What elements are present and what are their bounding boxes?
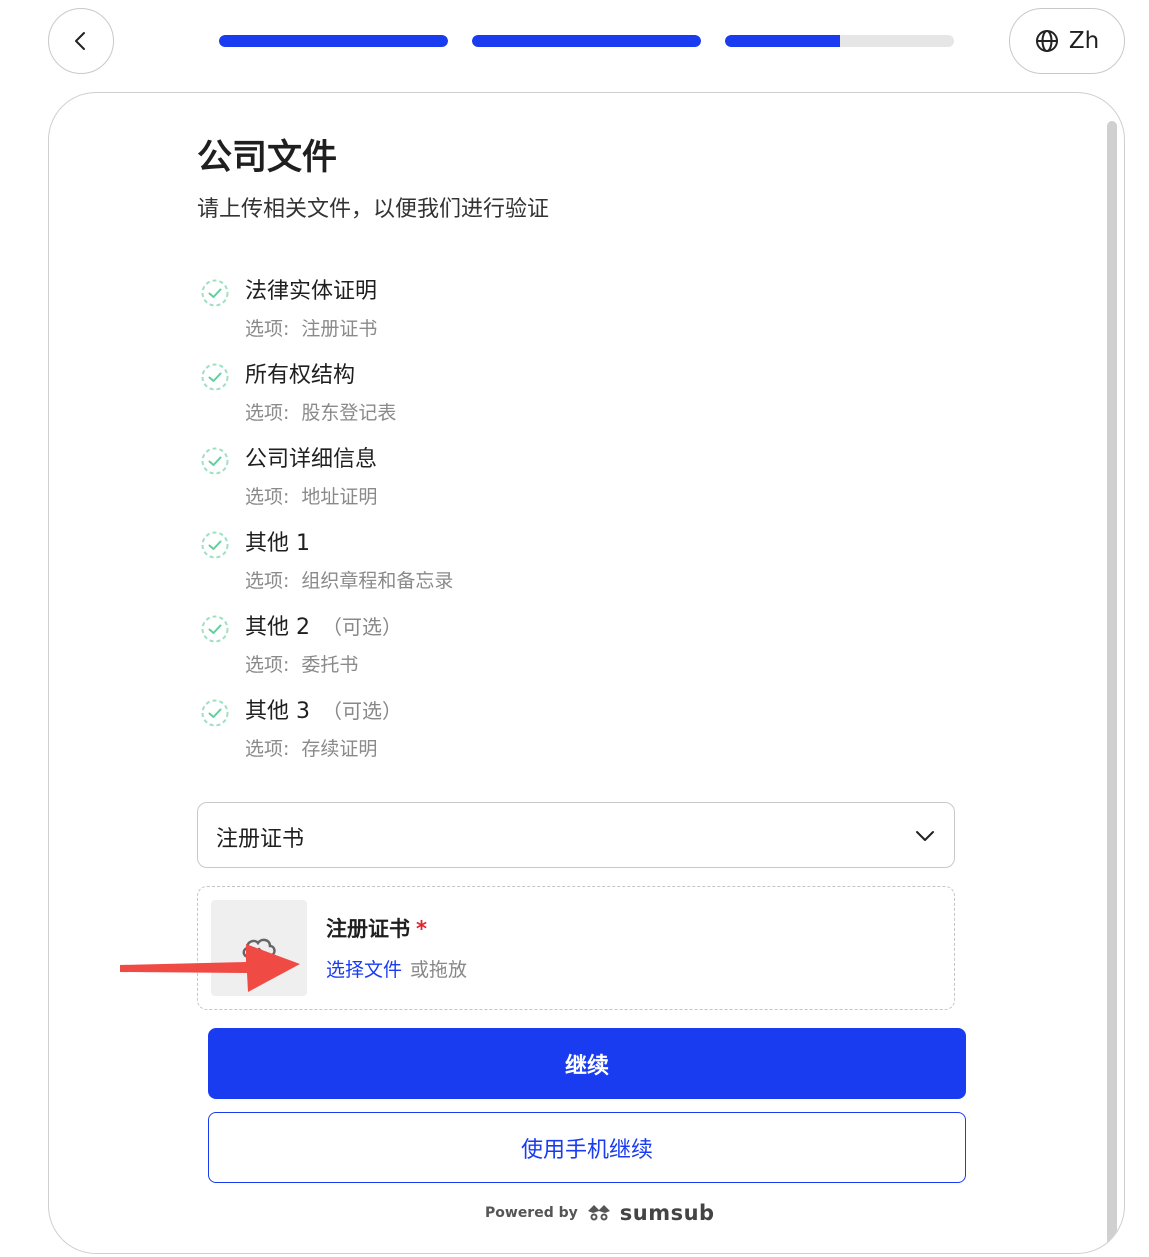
sumsub-logo-icon — [587, 1205, 610, 1221]
document-item: 其他 1 选项: 组织章程和备忘录 — [197, 525, 957, 609]
chevron-left-icon — [75, 32, 85, 50]
required-mark: * — [416, 917, 427, 941]
document-name: 其他 3 — [245, 699, 310, 724]
progress-step-3 — [725, 35, 954, 47]
continue-button[interactable]: 继续 — [208, 1028, 966, 1099]
progress-fill-1 — [219, 35, 448, 47]
option-value: 地址证明 — [301, 486, 378, 508]
progress-step-1 — [219, 35, 448, 47]
document-type-select[interactable]: 注册证书 — [197, 802, 955, 868]
progress-fill-3 — [725, 35, 840, 47]
annotation-arrow-icon — [120, 944, 300, 992]
option-prefix: 选项: — [245, 318, 290, 340]
document-name: 所有权结构 — [245, 363, 356, 388]
document-item: 法律实体证明 选项: 注册证书 — [197, 273, 957, 357]
option-value: 组织章程和备忘录 — [301, 570, 454, 592]
continue-on-phone-button[interactable]: 使用手机继续 — [208, 1112, 966, 1183]
file-dropzone[interactable]: 注册证书 * 选择文件 或拖放 — [197, 886, 955, 1010]
language-label: Zh — [1068, 28, 1100, 54]
language-button[interactable]: Zh — [1009, 8, 1125, 74]
choose-file-link[interactable]: 选择文件 — [326, 959, 402, 981]
chevron-down-icon — [916, 831, 934, 841]
upload-title: 注册证书 — [326, 917, 410, 941]
document-name: 法律实体证明 — [245, 279, 378, 304]
brand-name: sumsub — [619, 1201, 715, 1225]
check-circle-icon — [201, 699, 229, 727]
document-item: 所有权结构 选项: 股东登记表 — [197, 357, 957, 441]
option-prefix: 选项: — [245, 402, 290, 424]
drag-drop-hint: 或拖放 — [410, 959, 468, 981]
check-circle-icon — [201, 363, 229, 391]
scrollbar[interactable] — [1107, 121, 1117, 1251]
powered-by-footer: Powered by sumsub — [485, 1201, 715, 1225]
page-subtitle: 请上传相关文件，以便我们进行验证 — [197, 197, 550, 222]
document-item: 其他 3 （可选） 选项: 存续证明 — [197, 693, 957, 777]
optional-label: （可选） — [322, 699, 402, 723]
globe-icon — [1035, 30, 1058, 52]
option-value: 注册证书 — [301, 318, 378, 340]
check-circle-icon — [201, 615, 229, 643]
document-name: 其他 2 — [245, 615, 310, 640]
back-button[interactable] — [48, 8, 114, 74]
document-name: 公司详细信息 — [245, 447, 378, 472]
optional-label: （可选） — [322, 615, 402, 639]
check-circle-icon — [201, 279, 229, 307]
option-value: 委托书 — [301, 654, 359, 676]
progress-step-2 — [472, 35, 701, 47]
document-type-value: 注册证书 — [216, 827, 305, 852]
option-prefix: 选项: — [245, 738, 290, 760]
document-list: 法律实体证明 选项: 注册证书 所有权结构 选项: 股东登记表 公司详细信息 选项:… — [197, 273, 957, 777]
document-name: 其他 1 — [245, 531, 310, 556]
option-value: 存续证明 — [301, 738, 378, 760]
page-title: 公司文件 — [197, 138, 338, 178]
option-value: 股东登记表 — [301, 402, 397, 424]
option-prefix: 选项: — [245, 654, 290, 676]
option-prefix: 选项: — [245, 486, 290, 508]
progress-fill-2 — [472, 35, 701, 47]
main-card: 公司文件 请上传相关文件，以便我们进行验证 法律实体证明 选项: 注册证书 所有权… — [48, 92, 1125, 1254]
powered-by-label: Powered by — [485, 1205, 578, 1221]
option-prefix: 选项: — [245, 570, 290, 592]
check-circle-icon — [201, 447, 229, 475]
document-item: 公司详细信息 选项: 地址证明 — [197, 441, 957, 525]
document-item: 其他 2 （可选） 选项: 委托书 — [197, 609, 957, 693]
check-circle-icon — [201, 531, 229, 559]
